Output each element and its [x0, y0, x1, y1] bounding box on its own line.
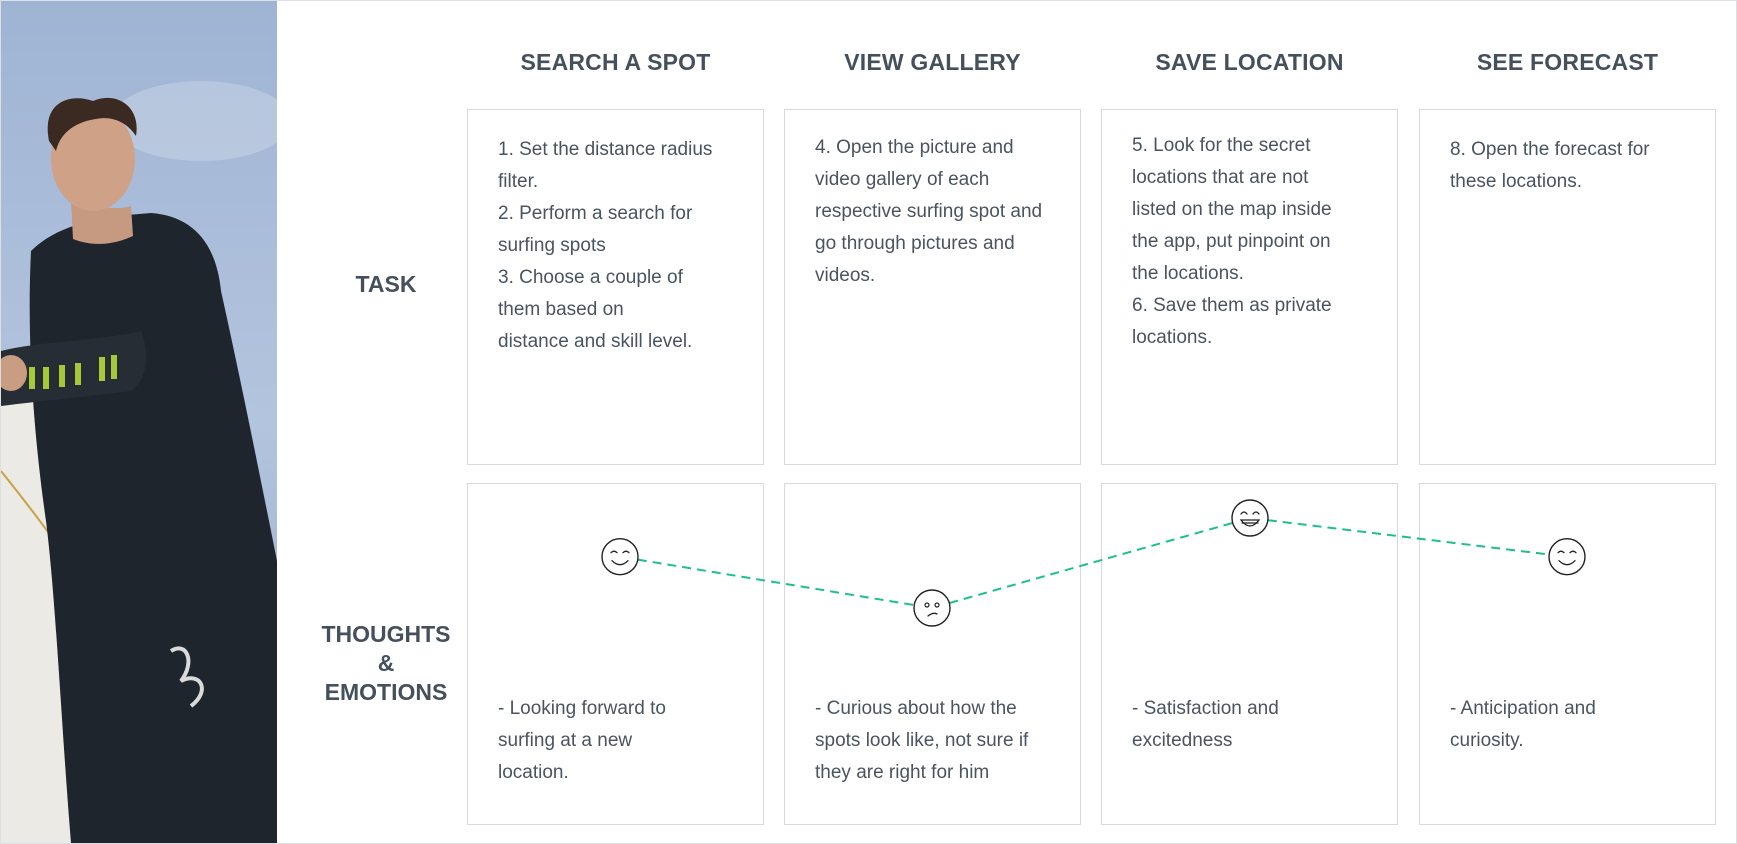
column-heading: VIEW GALLERY: [844, 49, 1021, 75]
text-line: - Curious about how the: [815, 698, 1017, 719]
text-line: - Looking forward to: [498, 698, 666, 719]
text-line: distance and skill level.: [498, 331, 693, 352]
text-line: - Anticipation and: [1450, 698, 1596, 719]
thoughts-text: - Curious about how the spots look like,…: [815, 693, 1058, 789]
task-card: 1. Set the distance radius filter. 2. Pe…: [467, 109, 764, 465]
task-text: 4. Open the picture and video gallery of…: [815, 132, 1058, 292]
thoughts-card: - Looking forward to surfing at a new lo…: [467, 483, 764, 825]
text-line: video gallery of each: [815, 169, 990, 190]
text-line: them based on: [498, 299, 624, 320]
text-line: the locations.: [1132, 263, 1244, 284]
text-line: - Satisfaction and: [1132, 698, 1279, 719]
row-heading-line: EMOTIONS: [324, 679, 448, 705]
text-line: 2. Perform a search for: [498, 203, 693, 224]
task-card: 8. Open the forecast for these locations…: [1419, 109, 1716, 465]
text-line: 1. Set the distance radius: [498, 139, 713, 160]
column-heading: SEE FORECAST: [1476, 49, 1659, 75]
text-line: 3. Choose a couple of: [498, 267, 683, 288]
task-card: 5. Look for the secret locations that ar…: [1101, 109, 1398, 465]
thoughts-card: - Satisfaction and excitedness: [1101, 483, 1398, 825]
text-line: 6. Save them as private: [1132, 295, 1332, 316]
text-line: 4. Open the picture and: [815, 137, 1014, 158]
text-line: curiosity.: [1450, 730, 1524, 751]
text-line: spots look like, not sure if: [815, 730, 1029, 751]
thoughts-card: - Curious about how the spots look like,…: [784, 483, 1081, 825]
column-heading: SEARCH A SPOT: [520, 49, 711, 75]
task-text: 8. Open the forecast for these locations…: [1450, 134, 1693, 198]
text-line: listed on the map inside: [1132, 199, 1332, 220]
task-text: 5. Look for the secret locations that ar…: [1132, 130, 1375, 354]
text-line: surfing at a new: [498, 730, 633, 751]
text-line: surfing spots: [498, 235, 606, 256]
text-line: the app, put pinpoint on: [1132, 231, 1331, 252]
text-line: excitedness: [1132, 730, 1233, 751]
row-heading-line: &: [377, 650, 395, 676]
text-line: 8. Open the forecast for: [1450, 139, 1650, 160]
text-line: locations that are not: [1132, 167, 1309, 188]
text-line: they are right for him: [815, 762, 990, 783]
row-heading-task: TASK: [355, 271, 417, 297]
text-line: 5. Look for the secret: [1132, 135, 1311, 156]
text-line: respective surfing spot and: [815, 201, 1043, 222]
column-heading: SAVE LOCATION: [1155, 49, 1344, 75]
thoughts-text: - Looking forward to surfing at a new lo…: [498, 693, 741, 789]
text-line: videos.: [815, 265, 876, 286]
text-line: go through pictures and: [815, 233, 1015, 254]
surfer-photo: [1, 1, 277, 843]
task-text: 1. Set the distance radius filter. 2. Pe…: [498, 134, 741, 358]
text-line: locations.: [1132, 327, 1213, 348]
row-heading-thoughts-emotions: THOUGHTS & EMOTIONS: [300, 620, 472, 707]
thoughts-card: - Anticipation and curiosity.: [1419, 483, 1716, 825]
text-line: location.: [498, 762, 569, 783]
thoughts-text: - Anticipation and curiosity.: [1450, 693, 1693, 757]
row-heading-line: THOUGHTS: [321, 621, 451, 647]
task-card: 4. Open the picture and video gallery of…: [784, 109, 1081, 465]
text-line: these locations.: [1450, 171, 1583, 192]
thoughts-text: - Satisfaction and excitedness: [1132, 693, 1375, 757]
text-line: filter.: [498, 171, 539, 192]
